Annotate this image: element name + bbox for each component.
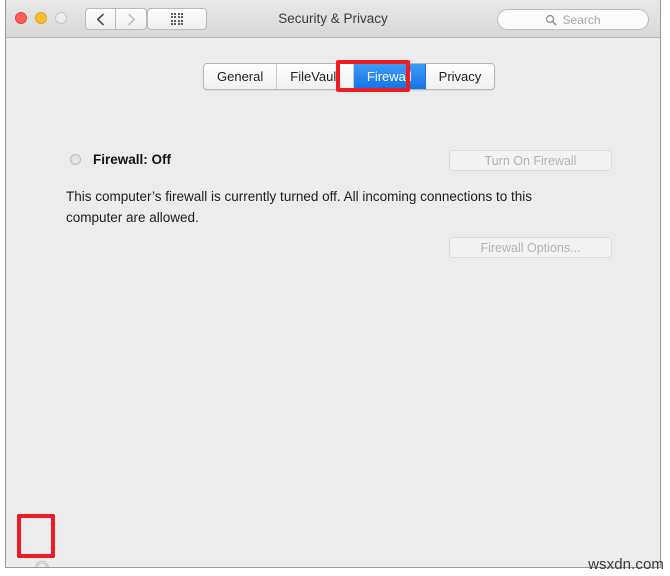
zoom-button-icon[interactable] xyxy=(55,12,67,24)
show-all-button[interactable] xyxy=(147,8,207,30)
tab-filevault[interactable]: FileVault xyxy=(277,64,354,89)
firewall-status-label: Firewall: Off xyxy=(93,152,172,167)
tab-firewall[interactable]: Firewall xyxy=(353,64,426,89)
forward-button[interactable] xyxy=(116,8,147,30)
window-titlebar: Security & Privacy Search xyxy=(6,0,660,38)
firewall-description: This computer’s firewall is currently tu… xyxy=(66,189,532,225)
status-indicator-icon xyxy=(70,154,81,165)
tab-privacy[interactable]: Privacy xyxy=(425,64,495,89)
close-button-icon[interactable] xyxy=(15,12,27,24)
preference-tab-bar: General FileVault Firewall Privacy xyxy=(203,63,496,90)
firewall-options-button[interactable]: Firewall Options... xyxy=(449,237,612,258)
search-placeholder: Search xyxy=(562,12,601,27)
chevron-right-icon xyxy=(127,13,135,25)
grid-icon xyxy=(170,12,184,26)
search-field[interactable]: Search xyxy=(497,9,649,30)
back-button[interactable] xyxy=(85,8,116,30)
turn-on-firewall-button[interactable]: Turn On Firewall xyxy=(449,150,612,171)
minimize-button-icon[interactable] xyxy=(35,12,47,24)
system-preferences-window: Security & Privacy Search General FileVa… xyxy=(5,0,661,568)
firewall-status-row: Firewall: Off xyxy=(70,152,171,167)
search-icon xyxy=(546,14,557,25)
tab-general[interactable]: General xyxy=(204,64,278,89)
lock-icon[interactable] xyxy=(29,558,55,568)
traffic-light-group xyxy=(15,12,67,24)
navigation-buttons xyxy=(85,8,147,30)
preference-pane-content: General FileVault Firewall Privacy Firew… xyxy=(6,38,660,567)
chevron-left-icon xyxy=(96,13,104,25)
watermark: wsxdn.com xyxy=(588,556,664,573)
screenshot-canvas: Security & Privacy Search General FileVa… xyxy=(0,0,670,576)
